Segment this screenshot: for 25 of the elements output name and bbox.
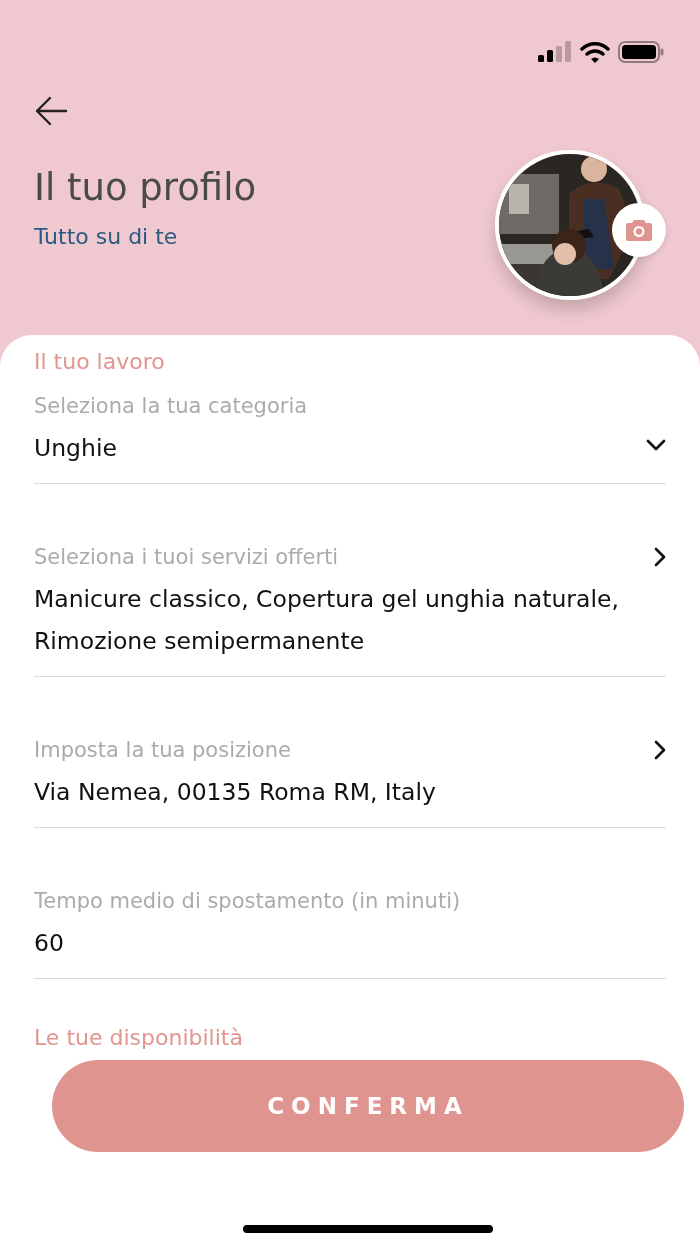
- field-label: Imposta la tua posizione: [34, 737, 291, 764]
- page-subtitle: Tutto su di te: [34, 223, 178, 252]
- camera-button[interactable]: [612, 203, 666, 257]
- wifi-icon: [580, 41, 610, 63]
- chevron-right-icon: [654, 547, 666, 567]
- chevron-down-icon: [646, 439, 666, 451]
- field-label: Tempo medio di spostamento (in minuti): [34, 888, 462, 915]
- field-value: Manicure classico, Copertura gel unghia naturale, Rimozione semipermanente: [34, 584, 620, 657]
- back-arrow-icon[interactable]: [34, 94, 68, 128]
- selection-field[interactable]: Seleziona i tuoi servizi offerti Manicure classico, Copertura gel unghia naturale, Rimozione semipermanente: [34, 528, 666, 677]
- selection-field[interactable]: Imposta la tua posizione Via Nemea, 00135 Roma RM, Italy: [34, 721, 666, 828]
- battery-icon: [618, 41, 664, 63]
- field-value: 60: [34, 928, 65, 959]
- chevron-right-icon: [654, 740, 666, 760]
- field-value: Unghie: [34, 433, 117, 464]
- input-field[interactable]: Tempo medio di spostamento (in minuti) 60: [34, 872, 666, 979]
- page-title: Il tuo profilo: [34, 166, 257, 211]
- section-heading: Il tuo lavoro: [34, 348, 166, 376]
- camera-icon: [626, 219, 652, 241]
- field-label: Seleziona la tua categoria: [34, 393, 309, 420]
- section-heading: Le tue disponibilità: [34, 1024, 244, 1052]
- field-label: Seleziona i tuoi servizi offerti: [34, 544, 339, 571]
- dropdown-field[interactable]: Seleziona la tua categoria Unghie: [34, 377, 666, 484]
- signal-icon: [538, 41, 572, 63]
- field-value: Via Nemea, 00135 Roma RM, Italy: [34, 777, 437, 808]
